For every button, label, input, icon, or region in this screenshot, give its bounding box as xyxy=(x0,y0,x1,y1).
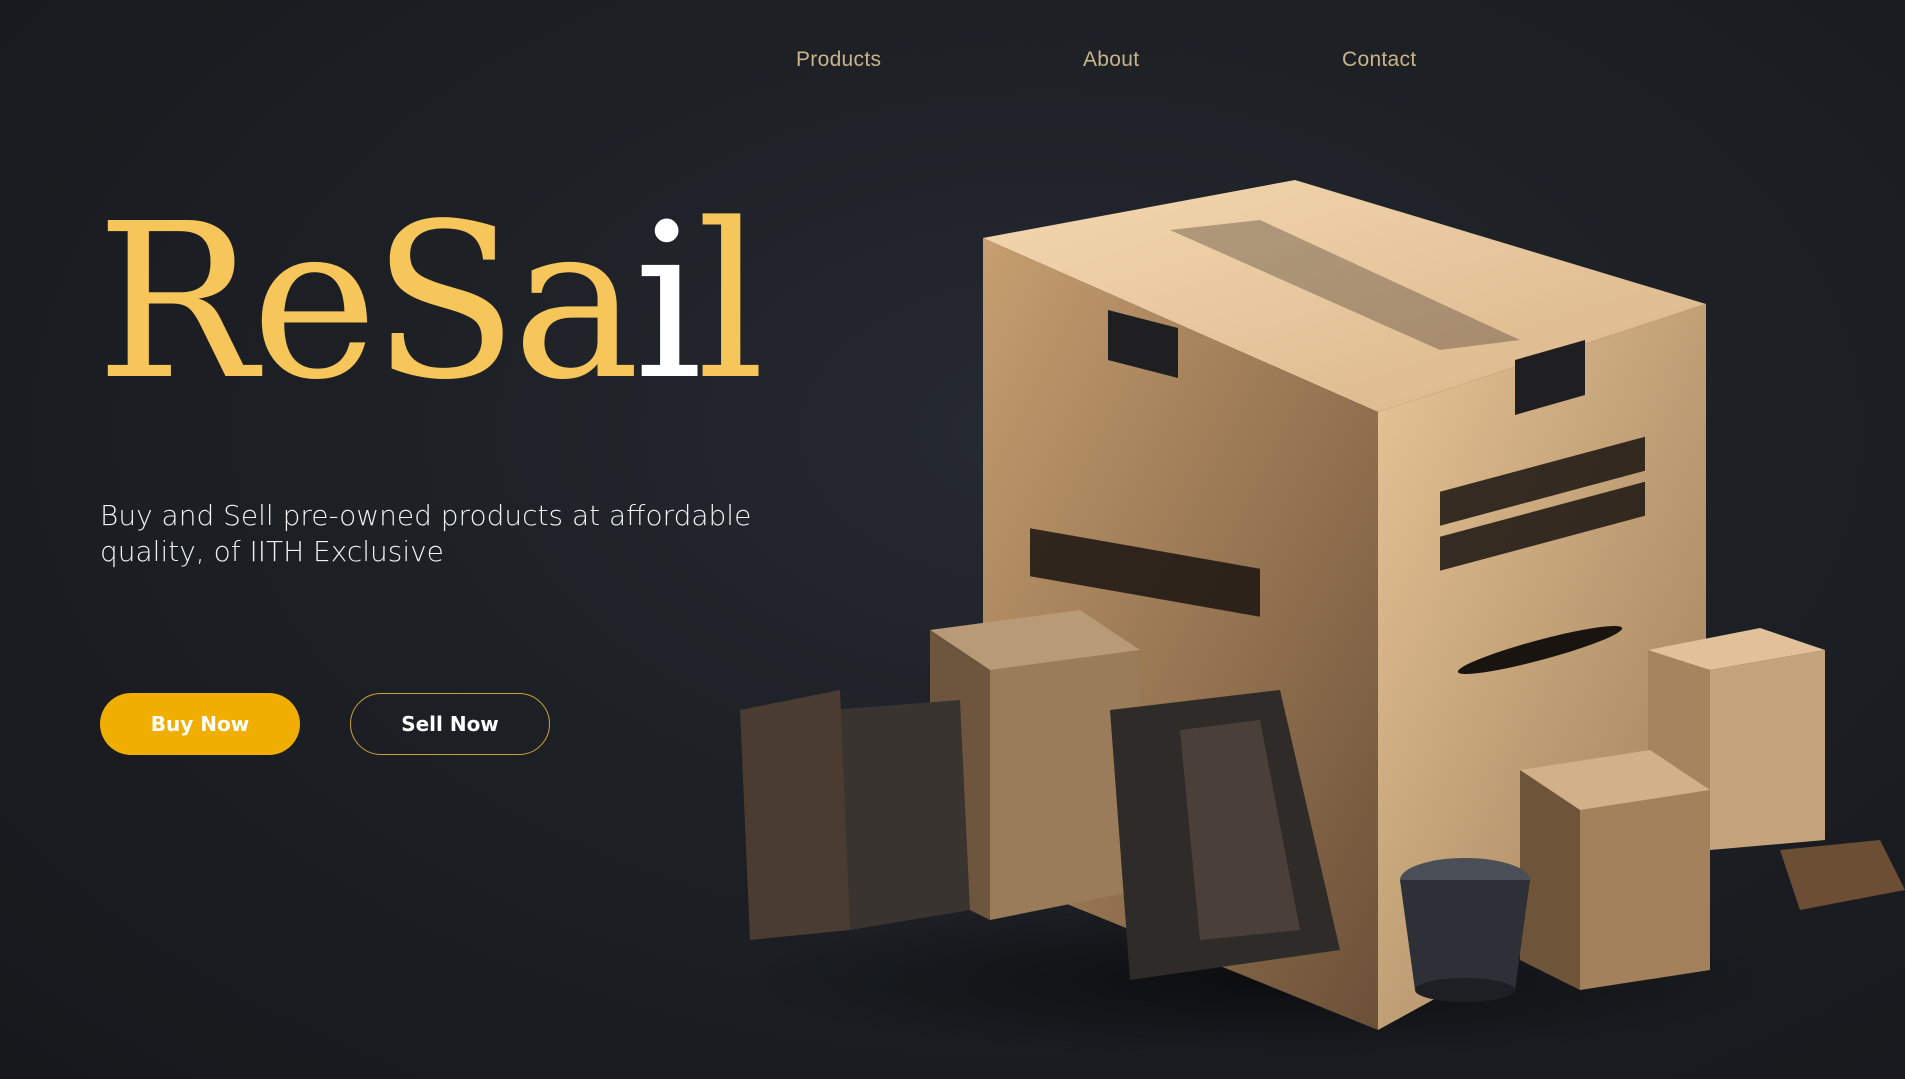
brand-accent-letter: i xyxy=(633,178,702,427)
cardboard-box-illustration xyxy=(700,150,1905,1079)
buy-now-button[interactable]: Buy Now xyxy=(100,693,300,755)
top-nav: Products About Contact xyxy=(0,48,1905,82)
brand-logo-title: ReSail xyxy=(96,196,765,410)
nav-link-contact[interactable]: Contact xyxy=(1342,48,1416,72)
nav-link-about[interactable]: About xyxy=(1083,48,1139,72)
nav-link-products[interactable]: Products xyxy=(796,48,881,72)
brand-main-text: ReSa xyxy=(96,178,640,427)
sell-now-button[interactable]: Sell Now xyxy=(350,693,550,755)
